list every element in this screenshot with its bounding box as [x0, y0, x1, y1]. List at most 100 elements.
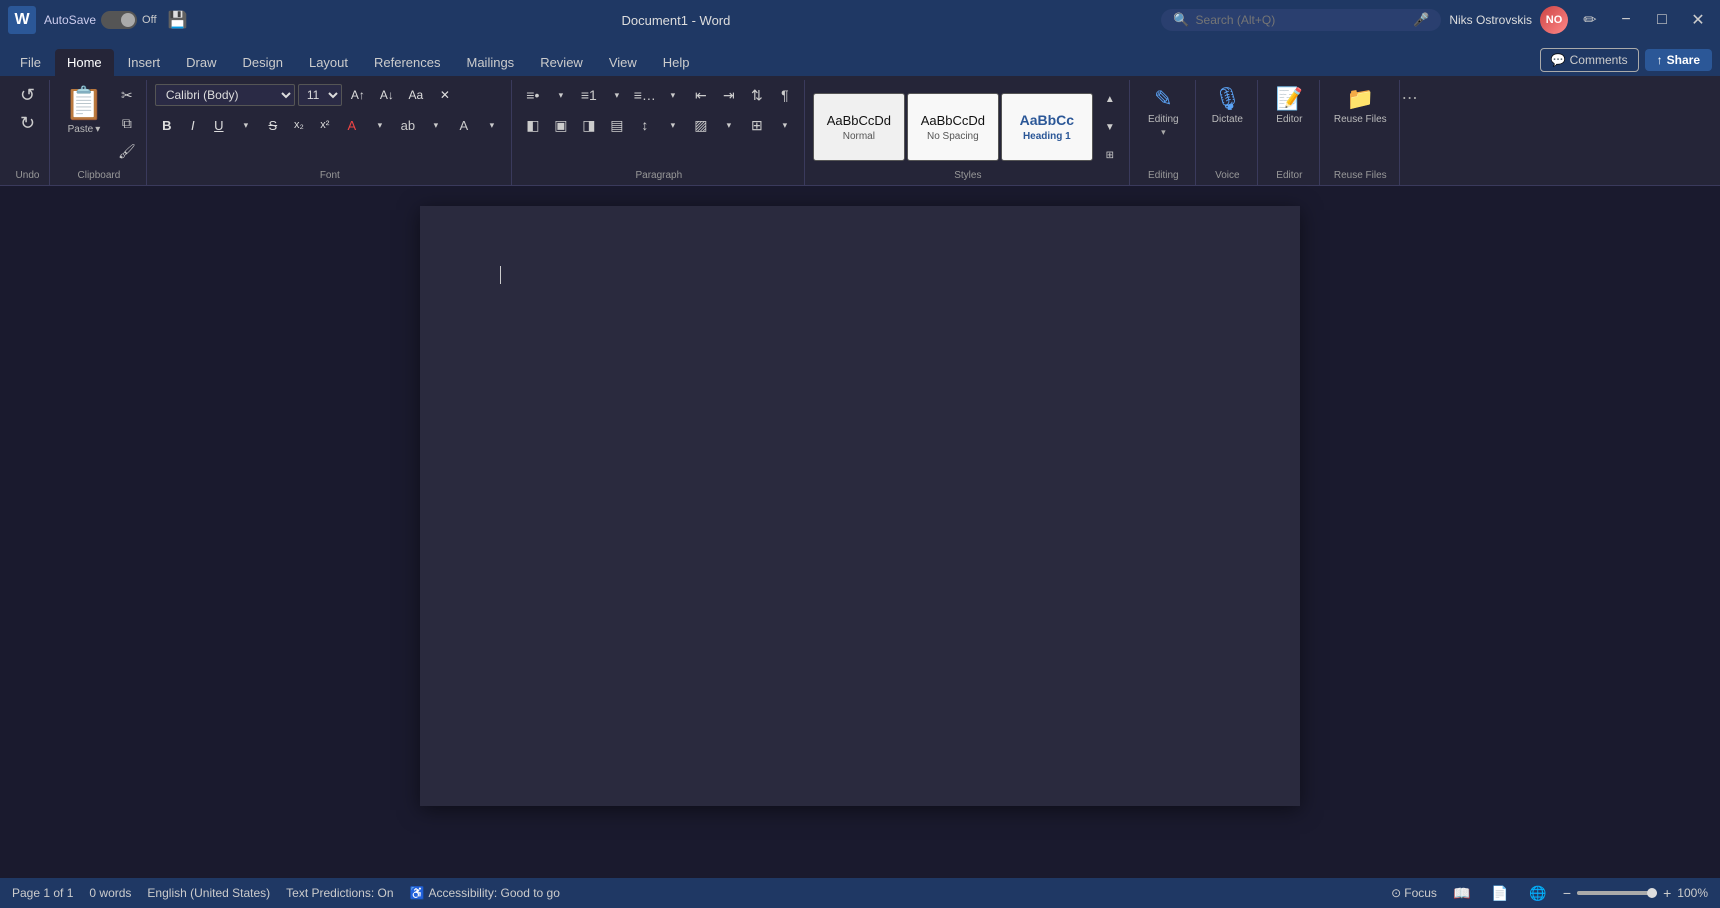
ribbon-tabs-right: 💬 Comments ↑ Share: [1540, 48, 1712, 76]
reuse-files-button[interactable]: 📁 Reuse Files: [1328, 82, 1393, 129]
search-box[interactable]: 🔍 🎤: [1161, 9, 1441, 31]
copy-button[interactable]: ⧉: [114, 110, 140, 136]
align-center-button[interactable]: ▣: [548, 112, 574, 138]
increase-indent-button[interactable]: ⇥: [716, 82, 742, 108]
redo-button[interactable]: ↻: [15, 110, 41, 136]
focus-button[interactable]: ⊙ Focus: [1391, 886, 1437, 900]
align-left-button[interactable]: ◧: [520, 112, 546, 138]
font-size-selector[interactable]: 11: [298, 84, 342, 106]
styles-scroll-down[interactable]: ▼: [1097, 114, 1123, 140]
superscript-button[interactable]: x²: [313, 113, 337, 137]
font-shading-button[interactable]: A: [451, 112, 477, 138]
line-spacing-dropdown[interactable]: ▾: [660, 112, 686, 138]
align-right-button[interactable]: ◨: [576, 112, 602, 138]
editing-button[interactable]: ✎ Editing ▾: [1142, 82, 1185, 142]
shading-dropdown[interactable]: ▾: [716, 112, 742, 138]
paste-button[interactable]: 📋: [58, 82, 110, 124]
change-case-button[interactable]: Aa: [403, 82, 429, 108]
document-page[interactable]: [420, 206, 1300, 806]
underline-button[interactable]: U: [207, 113, 231, 137]
italic-button[interactable]: I: [181, 113, 205, 137]
style-no-spacing-card[interactable]: AaBbCcDd No Spacing: [907, 93, 999, 161]
bold-button[interactable]: B: [155, 113, 179, 137]
share-button[interactable]: ↑ Share: [1645, 49, 1712, 71]
comments-button[interactable]: 💬 Comments: [1540, 48, 1639, 72]
tab-view[interactable]: View: [597, 49, 649, 76]
editor-button[interactable]: 📝 Editor: [1270, 82, 1309, 129]
tab-draw[interactable]: Draw: [174, 49, 228, 76]
paste-dropdown-icon[interactable]: ▾: [95, 124, 100, 135]
dictate-icon: 🎙: [1213, 86, 1241, 112]
share-label: Share: [1667, 53, 1700, 67]
zoom-out-button[interactable]: −: [1563, 885, 1571, 901]
font-color-dropdown[interactable]: ▾: [367, 112, 393, 138]
tab-mailings[interactable]: Mailings: [455, 49, 527, 76]
language[interactable]: English (United States): [147, 886, 270, 900]
numbering-button[interactable]: ≡1: [576, 82, 602, 108]
format-painter-button[interactable]: 🖌: [114, 138, 140, 164]
font-face-selector[interactable]: Calibri (Body): [155, 84, 295, 106]
zoom-fill: [1577, 891, 1657, 895]
cut-button[interactable]: ✂: [114, 82, 140, 108]
highlight-dropdown[interactable]: ▾: [423, 112, 449, 138]
styles-scroll-up[interactable]: ▲: [1097, 86, 1123, 112]
restore-button[interactable]: □: [1648, 6, 1676, 34]
search-input[interactable]: [1196, 13, 1408, 27]
borders-button[interactable]: ⊞: [744, 112, 770, 138]
paragraph-group: ≡• ▾ ≡1 ▾ ≡… ▾ ⇤ ⇥ ⇅ ¶ ◧ ▣ ◨ ▤ ↕ ▾ ▨ ▾ ⊞: [514, 80, 805, 185]
dictate-label: Dictate: [1212, 114, 1243, 125]
numbering-dropdown[interactable]: ▾: [604, 82, 630, 108]
word-count: 0 words: [89, 886, 131, 900]
strikethrough-button[interactable]: S: [261, 113, 285, 137]
grow-font-button[interactable]: A↑: [345, 82, 371, 108]
autosave-toggle[interactable]: [101, 11, 137, 29]
close-button[interactable]: ✕: [1684, 6, 1712, 34]
sort-button[interactable]: ⇅: [744, 82, 770, 108]
tab-references[interactable]: References: [362, 49, 452, 76]
multilevel-dropdown[interactable]: ▾: [660, 82, 686, 108]
read-mode-button[interactable]: 📖: [1449, 880, 1475, 906]
tab-review[interactable]: Review: [528, 49, 595, 76]
edit-button[interactable]: ✏: [1576, 6, 1604, 34]
tab-insert[interactable]: Insert: [116, 49, 173, 76]
show-marks-button[interactable]: ¶: [772, 82, 798, 108]
editing-dropdown[interactable]: ▾: [1161, 127, 1166, 138]
highlight-button[interactable]: ab: [395, 112, 421, 138]
tab-file[interactable]: File: [8, 49, 53, 76]
multilevel-button[interactable]: ≡…: [632, 82, 658, 108]
justify-button[interactable]: ▤: [604, 112, 630, 138]
more-ribbon-button[interactable]: ⋯: [1402, 80, 1418, 185]
style-normal-card[interactable]: AaBbCcDd Normal: [813, 93, 905, 161]
font-color-button[interactable]: A: [339, 112, 365, 138]
web-layout-button[interactable]: 🌐: [1525, 880, 1551, 906]
accessibility-status[interactable]: ♿ Accessibility: Good to go: [410, 886, 560, 900]
font-row1: Calibri (Body) 11 A↑ A↓ Aa ✕: [155, 82, 458, 108]
print-layout-button[interactable]: 📄: [1487, 880, 1513, 906]
bullets-button[interactable]: ≡•: [520, 82, 546, 108]
tab-layout[interactable]: Layout: [297, 49, 360, 76]
font-shading-dropdown[interactable]: ▾: [479, 112, 505, 138]
editor-group-label: Editor: [1266, 168, 1313, 183]
shrink-font-button[interactable]: A↓: [374, 82, 400, 108]
save-button[interactable]: 💾: [165, 7, 191, 33]
zoom-in-button[interactable]: +: [1663, 885, 1671, 901]
styles-expand[interactable]: ⊞: [1097, 142, 1123, 168]
undo-button[interactable]: ↺: [15, 82, 41, 108]
borders-dropdown[interactable]: ▾: [772, 112, 798, 138]
clipboard-small-btns: ✂ ⧉ 🖌: [114, 82, 140, 164]
shading-button[interactable]: ▨: [688, 112, 714, 138]
tab-home[interactable]: Home: [55, 49, 114, 76]
subscript-button[interactable]: x₂: [287, 113, 311, 137]
tab-help[interactable]: Help: [651, 49, 702, 76]
line-spacing-button[interactable]: ↕: [632, 112, 658, 138]
style-heading-card[interactable]: AaBbCc Heading 1: [1001, 93, 1093, 161]
zoom-slider[interactable]: [1577, 891, 1657, 895]
dictate-button[interactable]: 🎙 Dictate: [1206, 82, 1249, 129]
underline-dropdown[interactable]: ▾: [233, 112, 259, 138]
minimize-button[interactable]: −: [1612, 6, 1640, 34]
user-avatar[interactable]: NO: [1540, 6, 1568, 34]
tab-design[interactable]: Design: [231, 49, 295, 76]
bullets-dropdown[interactable]: ▾: [548, 82, 574, 108]
decrease-indent-button[interactable]: ⇤: [688, 82, 714, 108]
clear-format-button[interactable]: ✕: [432, 82, 458, 108]
